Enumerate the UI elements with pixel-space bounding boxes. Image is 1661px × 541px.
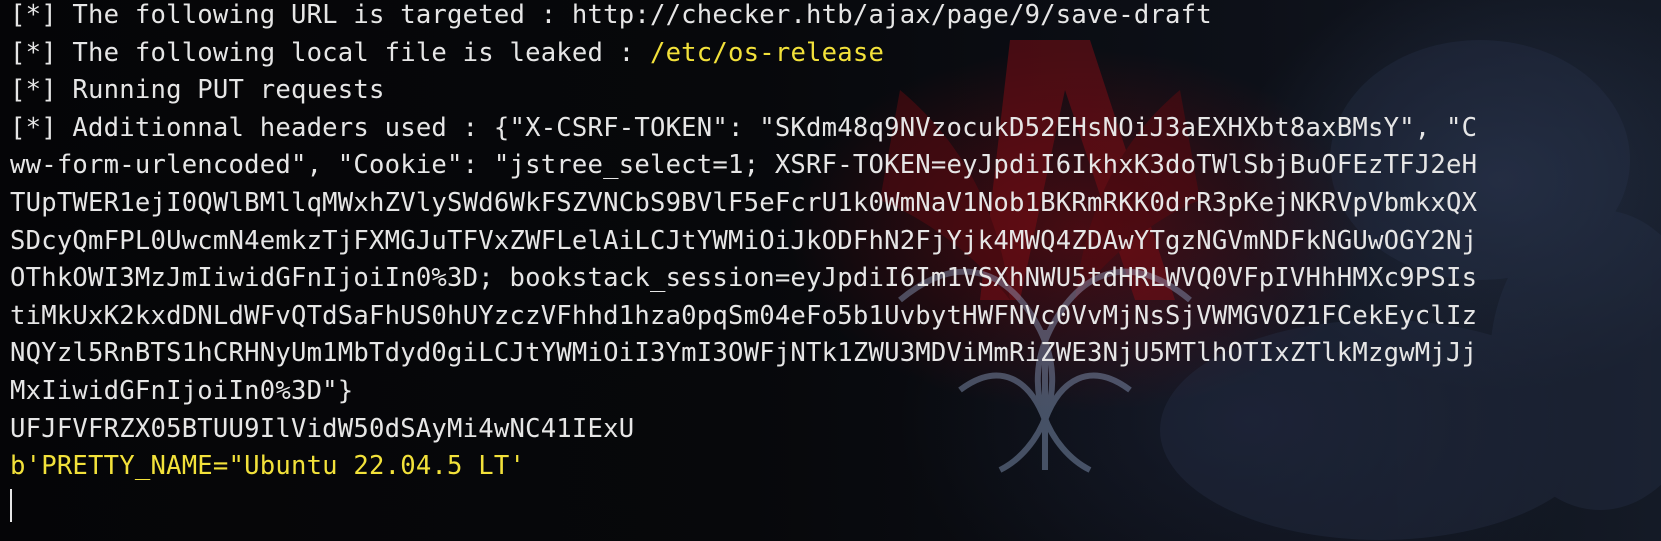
terminal-output: [*] The following URL is targeted : http… <box>10 0 1477 523</box>
terminal-window[interactable]: [*] The following URL is targeted : http… <box>0 0 1661 541</box>
output-line-put-requests: [*] Running PUT requests <box>10 75 385 106</box>
output-line-headers-cont-5: tiMkUxK2kxdDNLdWFvQTdSaFhUS0hUYzczVFhhd1… <box>10 300 1478 331</box>
output-line-headers-cont-2: TUpTWER1ejI0QWlBMllqMWxhZVlySWd6WkFSZVNC… <box>10 187 1478 218</box>
leaked-file-path: /etc/os-release <box>649 37 885 68</box>
output-line-decoded-bytes: b'PRETTY_NAME="Ubuntu 22.04.5 LT' <box>10 451 526 482</box>
text-cursor <box>10 489 12 523</box>
output-line-headers-cont-4: OThkOWI3MzJmIiwidGFnIjoiIn0%3D; bookstac… <box>10 263 1478 294</box>
output-line-url: [*] The following URL is targeted : http… <box>10 0 1212 30</box>
output-line-headers-end: MxIiwidGFnIjoiIn0%3D"} <box>10 375 354 406</box>
output-line-base64: UFJFVFRZX05BTUU9IlVidW50dSAyMi4wNC41IExU <box>10 413 635 444</box>
output-line-headers: [*] Additionnal headers used : {"X-CSRF-… <box>10 112 1478 143</box>
prompt-line[interactable] <box>10 486 1477 524</box>
output-line-headers-cont-3: SDcyQmFPL0UwcmN4emkzTjFXMGJuTFVxZWFLelAi… <box>10 225 1478 256</box>
output-line-leaked-file: [*] The following local file is leaked :… <box>10 35 1477 73</box>
output-line-headers-cont-6: NQYzl5RnBTS1hCRHNyUm1MbTdyd0giLCJtYWMiOi… <box>10 338 1478 369</box>
leaked-file-prefix: [*] The following local file is leaked : <box>10 37 650 68</box>
output-line-headers-cont-1: ww-form-urlencoded", "Cookie": "jstree_s… <box>10 150 1478 181</box>
